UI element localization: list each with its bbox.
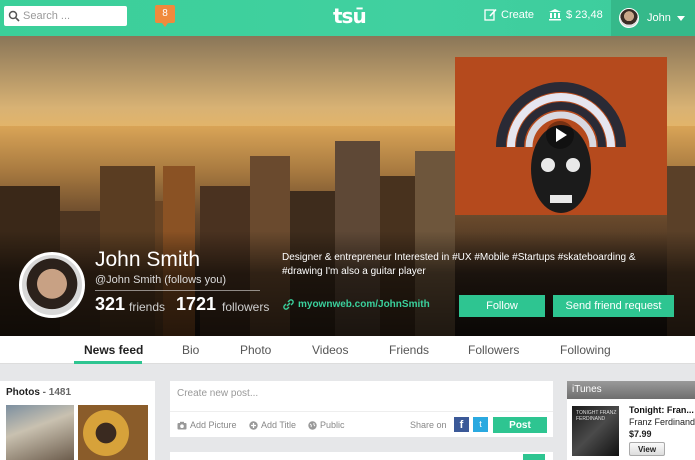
followers-count[interactable]: 1721: [176, 294, 216, 315]
post-composer: Add Picture Add Title Public Share on f …: [170, 381, 553, 437]
tab-followers[interactable]: Followers: [468, 343, 519, 357]
edit-icon: [484, 8, 497, 21]
album-cover-text: TONIGHT FRANZ FERDINAND: [576, 410, 617, 422]
search-icon: [8, 10, 20, 22]
tab-videos[interactable]: Videos: [312, 343, 348, 357]
avatar: [619, 8, 639, 28]
balance-button[interactable]: $ 23,48: [548, 8, 603, 21]
itunes-header: iTunes: [567, 381, 695, 399]
profile-bio: Designer & entrepreneur Interested in #U…: [282, 252, 636, 277]
tab-photo[interactable]: Photo: [240, 343, 271, 357]
user-name: John: [647, 12, 671, 24]
logo[interactable]: tsū: [333, 4, 367, 28]
create-label: Create: [501, 8, 535, 21]
post-button[interactable]: Post: [493, 417, 547, 433]
new-post-input[interactable]: [177, 388, 477, 399]
song-price: $7.99: [629, 429, 652, 439]
profile-name: John Smith: [95, 248, 201, 271]
photos-count: 1481: [48, 387, 72, 398]
balance-amount: $ 23,48: [566, 8, 603, 21]
play-icon[interactable]: [546, 121, 574, 149]
notification-badge[interactable]: 8: [155, 5, 175, 27]
photo-thumbnail[interactable]: [78, 405, 148, 460]
composer-divider: [170, 411, 553, 412]
album-cover[interactable]: TONIGHT FRANZ FERDINAND: [572, 406, 619, 456]
profile-handle: @John Smith (follows you): [95, 274, 226, 286]
link-icon: [283, 299, 294, 310]
friends-count[interactable]: 321: [95, 294, 125, 315]
photo-thumbnail[interactable]: [6, 405, 74, 460]
view-button[interactable]: View: [629, 442, 665, 456]
chevron-down-icon: [676, 15, 685, 21]
cover-video[interactable]: [455, 57, 667, 215]
tab-news-feed[interactable]: News feed: [84, 343, 143, 357]
create-button[interactable]: Create: [484, 8, 534, 21]
top-nav-bar: 8 tsū Create $ 23,48 John: [0, 0, 695, 36]
user-menu[interactable]: John: [611, 0, 695, 36]
add-picture-button[interactable]: Add Picture: [177, 420, 237, 430]
camera-icon: [177, 421, 187, 429]
tab-following[interactable]: Following: [560, 343, 611, 357]
globe-icon: [308, 420, 317, 430]
tab-friends[interactable]: Friends: [389, 343, 429, 357]
plus-circle-icon: [249, 420, 258, 430]
profile-divider: [95, 290, 260, 291]
photos-title[interactable]: Photos - 1481: [6, 387, 71, 398]
profile-tabs: News feed Bio Photo Videos Friends Follo…: [0, 336, 695, 364]
followers-label: followers: [222, 300, 270, 314]
follow-button[interactable]: Follow: [459, 295, 545, 317]
next-feed-item: [170, 452, 553, 460]
twitter-icon[interactable]: t: [473, 417, 488, 432]
search-box[interactable]: [4, 6, 127, 26]
send-friend-request-button[interactable]: Send friend request: [553, 295, 674, 317]
add-title-button[interactable]: Add Title: [249, 420, 296, 430]
itunes-widget: iTunes TONIGHT FRANZ FERDINAND Tonight: …: [567, 381, 695, 460]
artist-name: Franz Ferdinand: [629, 417, 695, 427]
website-link[interactable]: myownweb.com/JohnSmith: [283, 299, 430, 310]
visibility-selector[interactable]: Public: [308, 420, 345, 430]
friends-label: friends: [129, 300, 166, 314]
share-on-label: Share on: [410, 420, 447, 430]
website-label: myownweb.com/JohnSmith: [298, 299, 430, 310]
photos-panel: Photos - 1481: [0, 381, 155, 460]
profile-avatar[interactable]: [19, 252, 85, 318]
tab-bio[interactable]: Bio: [182, 343, 199, 357]
song-title[interactable]: Tonight: Fran...: [629, 405, 694, 415]
search-input[interactable]: [23, 10, 123, 22]
bank-icon: [549, 9, 561, 21]
active-tab-indicator: [74, 361, 142, 364]
facebook-icon[interactable]: f: [454, 417, 469, 432]
